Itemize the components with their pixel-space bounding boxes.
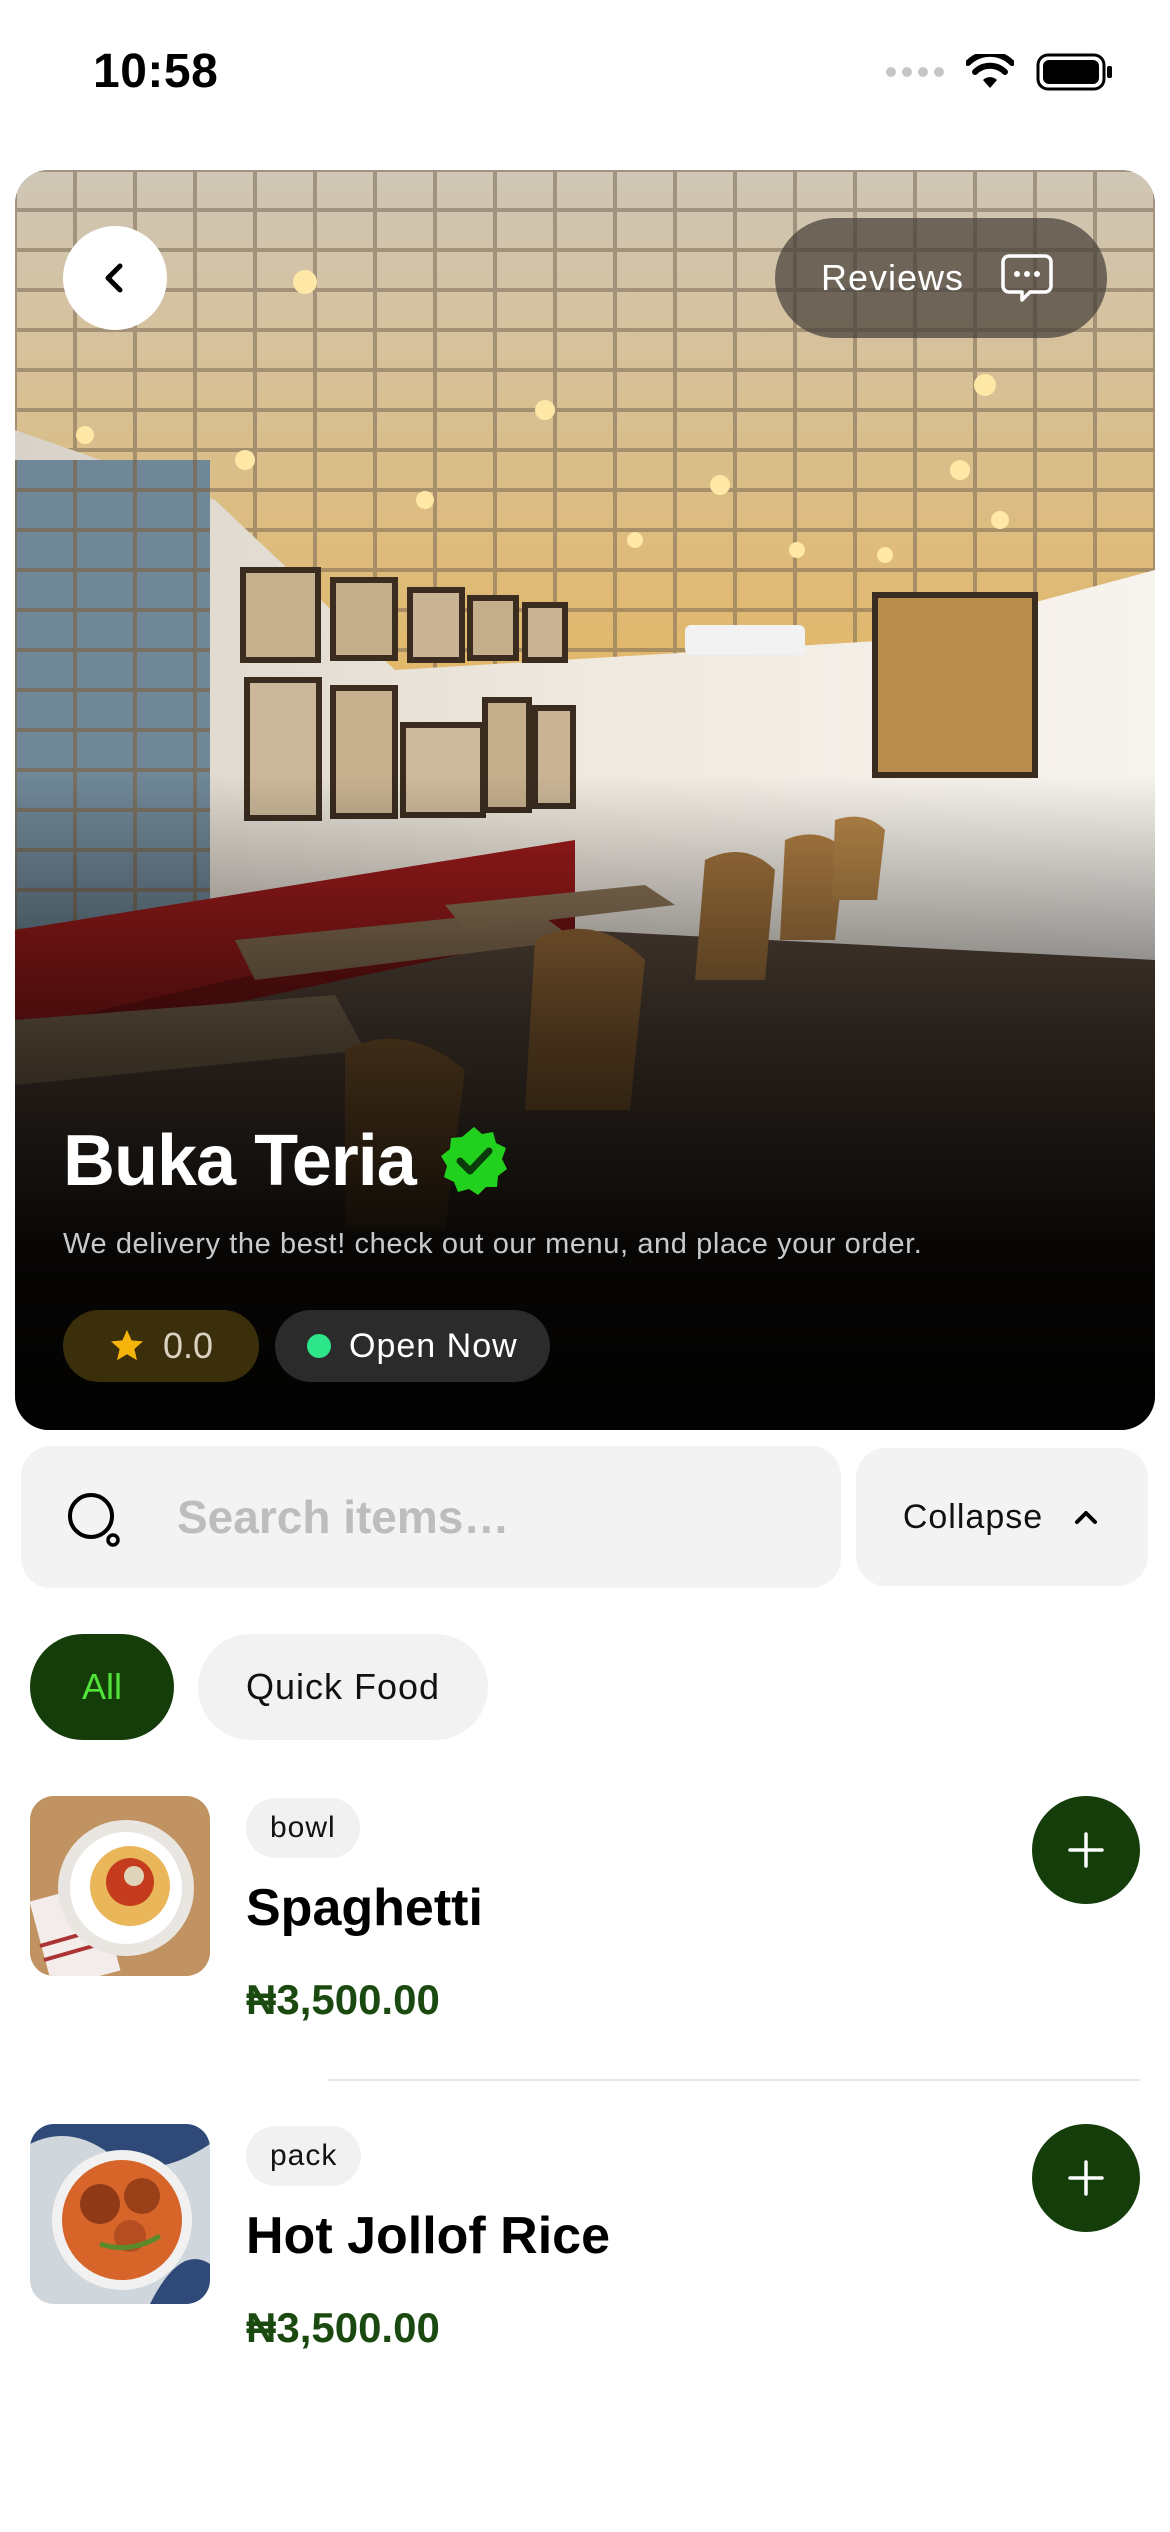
signal-icon (886, 67, 944, 77)
menu-item[interactable]: bowl Spaghetti ₦3,500.00 (30, 1796, 1140, 2056)
open-status-badge: Open Now (275, 1310, 550, 1382)
rating-value: 0.0 (163, 1325, 214, 1366)
category-filters: All Quick Food (30, 1634, 489, 1740)
item-name: Hot Jollof Rice (246, 2207, 611, 2265)
chat-bubble-icon (1001, 254, 1053, 302)
open-status-label: Open Now (349, 1326, 518, 1365)
chevron-up-icon (1075, 1511, 1098, 1524)
open-status-dot (307, 1334, 332, 1358)
store-name: Buka Teria (63, 1121, 417, 1201)
filter-chip-all[interactable]: All (30, 1634, 174, 1740)
unit-tag: pack (246, 2126, 362, 2186)
store-badges: 0.0 Open Now (63, 1310, 550, 1382)
add-to-cart-button[interactable] (1032, 1796, 1140, 1904)
filter-chip-quick-food[interactable]: Quick Food (198, 1634, 489, 1740)
jollof-rice-image (30, 2124, 210, 2304)
rating-badge: 0.0 (63, 1310, 260, 1382)
reviews-label: Reviews (821, 257, 965, 298)
search-icon (68, 1493, 120, 1547)
search-input[interactable] (177, 1446, 817, 1588)
store-name-row: Buka Teria (63, 1120, 510, 1202)
collapse-button[interactable]: Collapse (856, 1448, 1148, 1586)
status-icons (886, 52, 1114, 92)
status-time: 10:58 (93, 45, 219, 98)
store-tagline: We delivery the best! check out our menu… (63, 1228, 923, 1260)
back-button[interactable] (63, 226, 167, 330)
collapse-label: Collapse (902, 1497, 1044, 1536)
verified-badge-icon (440, 1127, 507, 1195)
menu-item[interactable]: pack Hot Jollof Rice ₦3,500.00 (30, 2124, 1140, 2384)
item-price: ₦3,500.00 (246, 2304, 440, 2351)
status-bar: 10:58 (0, 0, 1170, 150)
search-box[interactable] (21, 1446, 841, 1588)
spaghetti-image (30, 1796, 210, 1976)
chevron-left-icon (105, 263, 123, 293)
item-divider (328, 2079, 1140, 2081)
plus-icon (1068, 2160, 1104, 2196)
unit-tag: bowl (246, 1798, 360, 1858)
item-price: ₦3,500.00 (246, 1976, 440, 2023)
store-hero: Reviews Buka Teria We delivery the best!… (15, 170, 1155, 1430)
star-icon (111, 1330, 143, 1361)
battery-icon (1036, 53, 1112, 91)
add-to-cart-button[interactable] (1032, 2124, 1140, 2232)
reviews-button[interactable]: Reviews (775, 218, 1107, 338)
item-name: Spaghetti (246, 1879, 483, 1937)
plus-icon (1068, 1832, 1104, 1868)
wifi-icon (966, 54, 1014, 88)
